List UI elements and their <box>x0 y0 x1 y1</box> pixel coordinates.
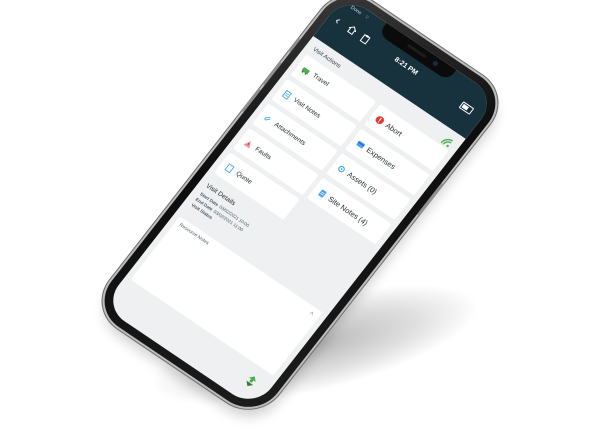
attachment-icon <box>264 116 271 120</box>
travel-icon <box>301 66 311 75</box>
tile-label: Expenses <box>364 145 398 171</box>
quote-icon <box>224 162 235 173</box>
abort-alert-icon <box>375 115 384 124</box>
tile-label: Attachments <box>272 120 308 147</box>
notes-icon <box>282 89 293 100</box>
tile-label: Faults <box>253 145 273 161</box>
tile-label: Visit Notes <box>292 96 323 120</box>
tile-label: Travel <box>311 71 331 88</box>
tile-label: Assets (0) <box>345 169 380 196</box>
tile-label: Quote <box>234 169 254 186</box>
camera <box>431 60 440 67</box>
wifi-status-icon: ⌔ <box>362 13 371 22</box>
site-notes-icon <box>318 188 327 197</box>
status-carrier: Done <box>349 4 363 17</box>
detail-value <box>212 217 215 221</box>
expenses-icon <box>356 140 365 148</box>
assets-icon <box>338 165 345 172</box>
tile-label: Abort <box>383 120 405 138</box>
fault-icon <box>243 140 252 149</box>
